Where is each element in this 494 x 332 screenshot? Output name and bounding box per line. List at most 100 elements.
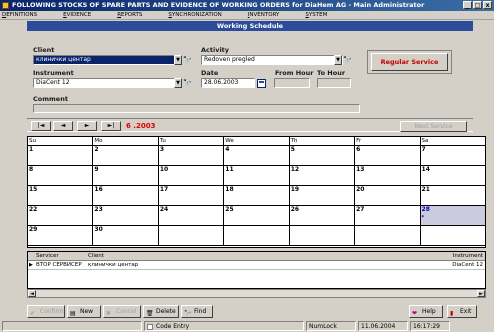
from-hour-label: From Hour [275,69,314,77]
client-select[interactable]: клинички центар [33,55,181,65]
calendar-day-number: 8 [29,166,34,173]
activity-dropdown-button[interactable]: ▼ [334,55,342,65]
to-hour-field[interactable] [317,78,351,88]
last-month-button[interactable]: ►| [101,121,121,131]
calendar-day-cell[interactable] [421,226,485,245]
calendar-day-number: 12 [290,166,300,173]
app-icon [2,2,9,9]
action-toolbar: ✔ Confirm ▤ New ✖ Cancel 🗑 Delete 🔭 Find ❤ Hel… [27,305,486,319]
instrument-select[interactable]: DiaCent 12 [33,78,181,88]
calendar-day-number: 6 [356,146,361,153]
calendar-day-cell[interactable]: 15 [28,186,94,205]
month-navigation: |◄ ◄ ► ►| 6 .2003 Next Service [27,118,473,132]
calendar-day-cell[interactable]: 24 [159,206,225,225]
next-month-button[interactable]: ► [77,121,97,131]
calendar-day-cell[interactable] [290,226,356,245]
calendar-day-cell[interactable]: 10 [159,166,225,185]
new-button[interactable]: ▤ New [67,305,101,318]
calendar-day-cell[interactable]: 13 [355,166,421,185]
calendar-day-cell[interactable]: 4 [224,146,290,165]
maximize-button[interactable]: □ [473,1,482,9]
delete-button[interactable]: 🗑 Delete [143,305,179,318]
calendar-day-cell[interactable]: 5 [290,146,356,165]
calendar-day-cell[interactable]: 20 [355,186,421,205]
menu-inventory[interactable]: INVENTORY [248,11,280,19]
calendar-day-cell[interactable]: 29 [28,226,94,245]
calendar-day-cell[interactable]: 30 [93,226,159,245]
horizontal-scrollbar[interactable]: ◄ ► [27,289,486,298]
calendar-day-number: 3 [159,146,165,153]
calendar-day-cell[interactable]: 22 [28,206,94,225]
menu-evidence[interactable]: EVIDENCE [63,11,91,19]
calendar-day-cell[interactable]: 9 [93,166,159,185]
calendar-day-number: 16 [94,186,103,193]
help-icon: ❤ [412,310,418,317]
cancel-button[interactable]: ✖ Cancel [103,305,141,318]
calendar-day-cell[interactable]: 1 [28,146,94,165]
calendar-day-number: 2 [94,146,99,153]
help-button[interactable]: ❤ Help [409,305,443,318]
scroll-right-icon[interactable]: ► [477,290,485,297]
calendar-day-cell[interactable] [159,226,225,245]
date-field[interactable]: 28.06.2003 [201,78,255,88]
next-service-button[interactable]: Next Service [400,121,467,132]
calendar-day-number: 1 [29,146,34,153]
instrument-cell: DiaCent 12 [452,262,483,268]
exit-button[interactable]: ▮ Exit [447,305,477,318]
calendar-day-number: 22 [29,206,38,213]
regular-service-button[interactable]: Regular Service [371,53,448,71]
menu-synchronization[interactable]: SYNCHRONIZATION [168,11,221,19]
calendar-day-number: 25 [225,206,234,213]
calendar-day-cell[interactable]: 17 [159,186,225,205]
calendar-day-cell[interactable]: 19 [290,186,356,205]
column-header-client[interactable]: Client [88,252,104,260]
calendar-day-cell[interactable]: 18 [224,186,290,205]
scroll-left-icon[interactable]: ◄ [28,290,36,297]
instrument-search-icon[interactable]: 🔭 [183,78,192,88]
calendar-day-cell[interactable]: 25 [224,206,290,225]
comment-field[interactable] [33,104,360,113]
calendar-day-cell[interactable]: 26 [290,206,356,225]
client-dropdown-button[interactable]: ▼ [174,55,182,65]
calendar-day-cell[interactable] [224,226,290,245]
first-month-button[interactable]: |◄ [31,121,51,131]
previous-month-button[interactable]: ◄ [53,121,73,131]
activity-search-icon[interactable]: 🔭 [343,55,352,65]
calendar-day-cell[interactable]: 2 [93,146,159,165]
table-row[interactable]: ▶ ВТОР СЕРВИСЕР клинички центар DiaCent … [28,261,485,270]
close-button[interactable]: x [483,1,492,9]
menu-reports[interactable]: REPORTS [117,11,142,19]
calendar-day-cell[interactable]: 11 [224,166,290,185]
code-entry-checkbox[interactable] [147,323,153,330]
calendar-day-cell[interactable] [355,226,421,245]
calendar-day-cell[interactable]: 28 * [420,206,485,225]
calendar-day-cell[interactable]: 21 [421,186,485,205]
instrument-dropdown-button[interactable]: ▼ [174,78,182,88]
calendar-day-cell[interactable]: 14 [421,166,485,185]
calendar-day-cell[interactable]: 12 [290,166,356,185]
calendar-day-cell[interactable]: 23 [93,206,159,225]
minimize-button[interactable]: _ [463,1,472,9]
calendar-day-cell[interactable]: 6 [355,146,421,165]
calendar-day-number: 10 [159,166,169,173]
calendar-day-number: 11 [225,166,234,173]
cancel-icon: ✖ [106,310,112,317]
menu-system[interactable]: SYSTEM [305,11,327,19]
calendar-day-number: 29 [29,226,38,233]
calendar-day-cell[interactable]: 27 [355,206,421,225]
confirm-button[interactable]: ✔ Confirm [27,305,65,318]
calendar-day-cell[interactable]: 8 [28,166,94,185]
calendar-day-cell[interactable]: 7 [421,146,485,165]
find-button[interactable]: 🔭 Find [181,305,213,318]
calendar-day-number: 4 [225,146,230,153]
activity-select[interactable]: Redoven pregled [201,55,343,65]
calendar-picker-icon[interactable] [257,79,266,88]
servicer-table-header: Servicer Client Instrument [28,252,485,261]
column-header-instrument[interactable]: Instrument [453,252,483,260]
menu-definitions[interactable]: DEFINITIONS [2,11,37,19]
column-header-servicer[interactable]: Servicer [36,252,59,260]
calendar-day-cell[interactable]: 16 [93,186,159,205]
client-search-icon[interactable]: 🔭 [183,55,192,65]
from-hour-field[interactable] [274,78,310,88]
calendar-day-cell[interactable]: 3 [159,146,225,165]
